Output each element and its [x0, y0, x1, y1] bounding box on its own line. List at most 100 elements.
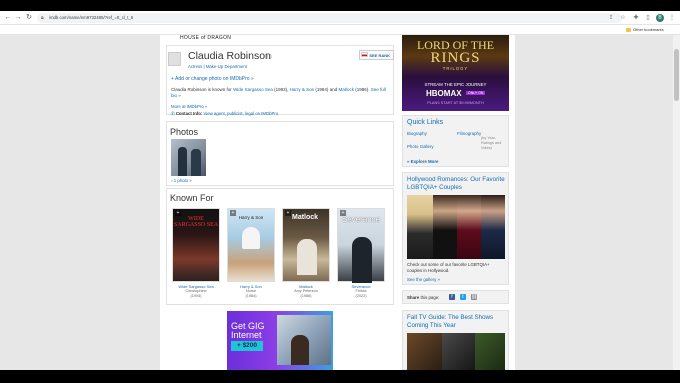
bio-year: (1993), — [274, 87, 289, 92]
facebook-icon[interactable]: f — [449, 294, 455, 300]
add-watchlist-icon[interactable]: + — [285, 210, 291, 216]
couple-photo — [481, 195, 505, 259]
known-for-year: (1984) — [245, 294, 257, 298]
known-for-year: (1986) — [300, 294, 312, 298]
forward-icon[interactable]: → — [14, 14, 22, 22]
back-icon[interactable]: ← — [4, 14, 12, 22]
ad-badge: + $200 — [231, 341, 263, 351]
bookmark-star-icon[interactable]: ☆ — [619, 14, 627, 22]
share-icon[interactable]: ⇪ — [607, 14, 615, 22]
photos-header: Photos — [170, 127, 199, 137]
reload-icon[interactable]: ↻ — [25, 14, 33, 22]
poster-figure — [297, 239, 317, 275]
share-label-suffix: this page: — [420, 295, 440, 300]
known-for-year: (1993) — [190, 294, 202, 298]
poster-figure — [352, 237, 372, 283]
poster-severance[interactable]: + Severance — [337, 208, 385, 283]
ad-line: TRILOGY — [442, 66, 469, 71]
bio-year: (1984) — [315, 87, 329, 92]
poster-title: WIDE SARGASSO SEA — [173, 216, 219, 228]
couple-photo — [407, 195, 433, 259]
see-rank-label: SEE RANK — [369, 53, 390, 58]
photo-figure — [191, 149, 201, 176]
bio-film-link[interactable]: Wide Sargasso Sea — [233, 87, 273, 92]
contact-link[interactable]: View agent, publicist, legal on IMDbPro — [204, 111, 279, 116]
name-index: (I) — [267, 54, 272, 60]
contact-info: ✆ Contact Info: View agent, publicist, l… — [171, 111, 278, 117]
explore-more-label: Explore More — [410, 159, 439, 164]
profile-avatar[interactable]: B — [656, 14, 664, 22]
show-thumbnail — [475, 333, 505, 370]
ad-line: STREAM THE EPIC JOURNEY — [424, 82, 487, 87]
address-bar[interactable]: 🔒︎ imdb.com/name/nm9732485/?ref_=tt_cl_t… — [37, 13, 622, 23]
quick-link-subtext: (by Year, Ratings and Votes) — [481, 136, 502, 150]
job-roles[interactable]: Actress | Make-Up Department — [188, 64, 247, 69]
poster-matlock[interactable]: + Matlock — [282, 208, 330, 282]
vertical-scrollbar[interactable] — [673, 35, 680, 370]
scrollbar-thumb[interactable] — [674, 49, 679, 101]
url-text[interactable]: imdb.com/name/nm9732485/?ref_=tt_cl_t_6 — [49, 13, 133, 23]
browser-toolbar: ← → ↻ 🔒︎ imdb.com/name/nm9732485/?ref_=t… — [0, 11, 680, 25]
menu-icon[interactable]: ⋮ — [668, 14, 676, 22]
bio-summary: Claudia Robinson is known for Wide Sarga… — [171, 87, 393, 99]
hbo-max-logo: HBOMAX — [426, 89, 462, 98]
sidebar-icon[interactable]: ▯ — [644, 14, 652, 22]
couples-image[interactable] — [407, 195, 505, 259]
ad-line: PLANS START AT $9.99/MONTH — [427, 101, 484, 105]
extensions-icon[interactable]: ✚ — [632, 14, 640, 22]
poster-title: Severance — [341, 215, 381, 224]
page-title: Claudia Robinson — [188, 50, 271, 62]
bio-text: and — [329, 87, 338, 92]
bookmarks-bar: Other bookmarks — [0, 25, 680, 35]
add-photo-link[interactable]: + Add or change photo on IMDbPro » — [171, 76, 254, 82]
quick-link-photo-gallery[interactable]: Photo Gallery — [407, 144, 434, 149]
widget-description: Check out some of our favorite LGBTQIA+ … — [407, 262, 490, 273]
twitter-icon[interactable]: t — [460, 294, 466, 300]
hbo-max-ad[interactable]: LORD OF THE RINGS TRILOGY STREAM THE EPI… — [402, 35, 509, 111]
photo-figure — [178, 147, 187, 176]
ad-image — [277, 315, 331, 365]
known-for-header: Known For — [170, 193, 214, 203]
phone-icon: ✆ — [171, 111, 175, 116]
lock-icon: 🔒︎ — [41, 15, 44, 21]
bio-film-link[interactable]: Matlock — [338, 87, 354, 92]
known-for-year: (2022) — [355, 294, 367, 298]
fall-tv-image[interactable] — [407, 333, 505, 370]
avatar[interactable] — [168, 52, 181, 66]
bio-year: (1986). — [355, 87, 370, 92]
share-label: Share this page: — [407, 291, 439, 304]
share-bar: Share this page: f t ⛓︎ — [402, 290, 509, 304]
share-label-bold: Share — [407, 295, 420, 300]
link-icon[interactable]: ⛓︎ — [471, 294, 477, 300]
quick-link-biography[interactable]: Biography — [407, 131, 427, 136]
more-at-imdbpro-link[interactable]: More at IMDbPro » — [171, 104, 207, 109]
bio-film-link[interactable]: Harry & Son — [290, 87, 315, 92]
page-viewport: HOUSE of DRAGON Claudia Robinson (I) Act… — [0, 35, 680, 370]
photo-count-label: 1 photo » — [173, 178, 192, 183]
camera-icon: ▫ — [171, 178, 173, 183]
hollywood-romances-widget: Hollywood Romances: Our Favorite LGBTQIA… — [402, 172, 509, 285]
promo-banner-text[interactable]: HOUSE of DRAGON — [180, 35, 231, 41]
explore-more-link[interactable]: » Explore More — [407, 159, 439, 164]
poster-wide-sargasso-sea[interactable]: + WIDE SARGASSO SEA — [172, 208, 220, 282]
quick-links-header: Quick Links — [407, 119, 444, 126]
flag-icon — [361, 52, 368, 57]
advertisement[interactable]: Get GIG Internet + $200 — [227, 311, 333, 370]
poster-harry-and-son[interactable]: + Harry & Son — [227, 208, 275, 282]
bottom-black-bar — [0, 370, 680, 383]
widget-title[interactable]: Fall TV Guide: The Best Shows Coming Thi… — [407, 314, 507, 330]
ad-tag: ONLY ON — [466, 91, 486, 95]
folder-icon — [626, 28, 631, 32]
right-sidebar: LORD OF THE RINGS TRILOGY STREAM THE EPI… — [398, 35, 515, 370]
photo-count[interactable]: ▫ 1 photo » — [171, 178, 192, 183]
other-bookmarks[interactable]: Other bookmarks — [633, 25, 664, 35]
fall-tv-guide-widget: Fall TV Guide: The Best Shows Coming Thi… — [402, 310, 509, 370]
quick-link-filmography[interactable]: Filmography — [457, 131, 481, 136]
couple-photo — [433, 195, 457, 259]
show-thumbnail — [407, 333, 442, 370]
widget-title[interactable]: Hollywood Romances: Our Favorite LGBTQIA… — [407, 176, 507, 192]
photo-thumbnail[interactable] — [171, 139, 206, 176]
quick-links: Quick Links Biography Filmography (by Ye… — [402, 115, 509, 167]
see-gallery-link[interactable]: See the gallery » — [407, 277, 440, 282]
poster-figure — [242, 227, 260, 249]
